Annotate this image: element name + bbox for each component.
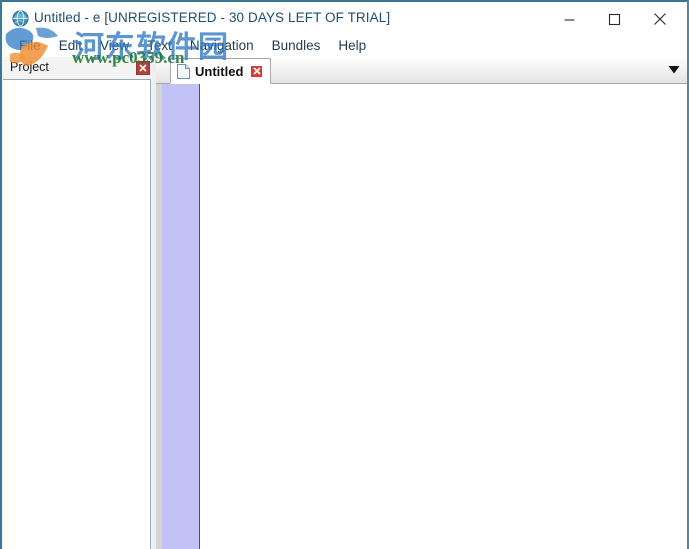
project-tree-view[interactable] bbox=[3, 79, 151, 549]
editor-vertical-scrollbar[interactable] bbox=[685, 111, 687, 549]
menu-item-file[interactable]: File bbox=[10, 37, 50, 55]
tab-untitled[interactable]: Untitled bbox=[170, 58, 272, 84]
menu-item-view[interactable]: View bbox=[91, 37, 138, 55]
tab-close-icon[interactable] bbox=[250, 64, 264, 78]
maximize-button[interactable] bbox=[592, 4, 637, 34]
chevron-down-icon[interactable] bbox=[667, 63, 681, 77]
menu-bar: File Edit View Text Navigation Bundles H… bbox=[2, 35, 687, 57]
project-panel-header: Project bbox=[2, 57, 152, 79]
tab-label: Untitled bbox=[195, 63, 244, 79]
menu-item-help[interactable]: Help bbox=[329, 37, 375, 55]
menu-item-edit[interactable]: Edit bbox=[50, 37, 91, 55]
document-icon bbox=[177, 63, 190, 79]
title-bar[interactable]: Untitled - e [UNREGISTERED - 30 DAYS LEF… bbox=[2, 2, 687, 35]
window-title: Untitled - e [UNREGISTERED - 30 DAYS LEF… bbox=[34, 10, 391, 25]
project-panel: Project bbox=[2, 57, 152, 549]
project-close-icon[interactable] bbox=[136, 61, 150, 75]
menu-item-bundles[interactable]: Bundles bbox=[263, 37, 330, 55]
editor-tab-strip: Untitled bbox=[156, 57, 687, 84]
globe-icon bbox=[12, 10, 29, 27]
application-window: Untitled - e [UNREGISTERED - 30 DAYS LEF… bbox=[0, 0, 689, 549]
editor-panel: Untitled bbox=[156, 57, 687, 549]
minimize-button[interactable] bbox=[547, 4, 592, 34]
project-panel-title: Project bbox=[10, 60, 49, 74]
editor-gutter[interactable] bbox=[162, 84, 200, 549]
menu-item-navigation[interactable]: Navigation bbox=[181, 37, 263, 55]
editor-area bbox=[156, 84, 687, 549]
main-body: Project Untitled bbox=[2, 57, 687, 549]
editor-text-area[interactable] bbox=[201, 84, 687, 549]
close-button[interactable] bbox=[637, 4, 682, 34]
menu-item-text[interactable]: Text bbox=[138, 37, 181, 55]
